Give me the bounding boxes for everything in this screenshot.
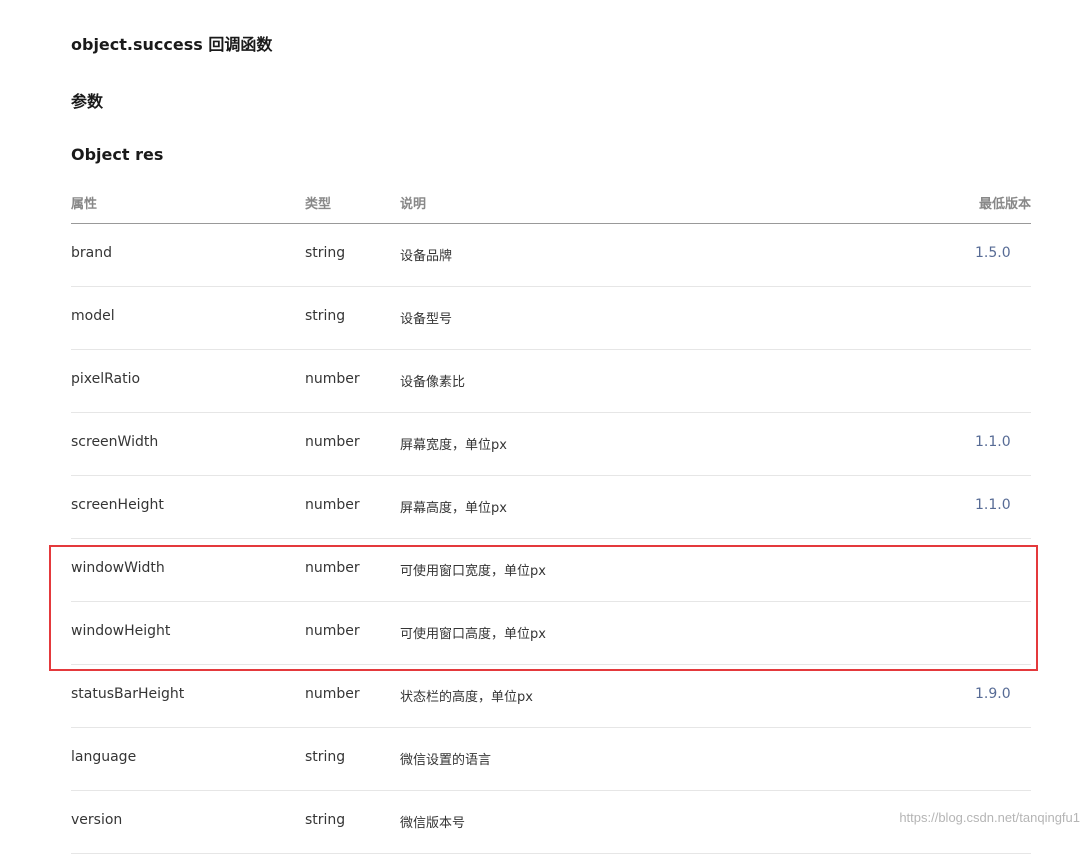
cell-min-version: 1.5.0 <box>975 245 1011 261</box>
table-row: pixelRatio number 设备像素比 <box>71 350 1031 413</box>
cell-description: 设备品牌 <box>400 249 453 264</box>
cell-description: 屏幕宽度，单位px <box>400 438 507 453</box>
watermark: https://blog.csdn.net/tanqingfu1 <box>899 810 1080 825</box>
cell-description: 状态栏的高度，单位px <box>400 690 533 705</box>
table-row: windowHeight number 可使用窗口高度，单位px <box>71 602 1031 665</box>
cell-property: windowWidth <box>71 560 165 576</box>
params-heading: 参数 <box>71 92 104 111</box>
cell-type: string <box>305 308 346 324</box>
cell-description: 屏幕高度，单位px <box>400 501 507 516</box>
cell-min-version: 1.1.0 <box>975 497 1011 513</box>
cell-type: number <box>305 497 360 513</box>
cell-description: 可使用窗口高度，单位px <box>400 627 546 642</box>
cell-description: 可使用窗口宽度，单位px <box>400 564 546 579</box>
table-row: screenWidth number 屏幕宽度，单位px 1.1.0 <box>71 413 1031 476</box>
cell-description: 微信设置的语言 <box>400 753 492 768</box>
cell-property: windowHeight <box>71 623 171 639</box>
cell-property: screenWidth <box>71 434 159 450</box>
cell-type: number <box>305 623 360 639</box>
object-res-heading: Object res <box>71 145 164 164</box>
cell-description: 微信版本号 <box>400 816 466 831</box>
table-row: windowWidth number 可使用窗口宽度，单位px <box>71 539 1031 602</box>
table-header: 属性 类型 说明 最低版本 <box>71 184 1031 224</box>
column-header-min-version: 最低版本 <box>978 197 1031 212</box>
cell-type: number <box>305 434 360 450</box>
column-header-property: 属性 <box>71 197 98 212</box>
cell-type: string <box>305 245 346 261</box>
table-row: model string 设备型号 <box>71 287 1031 350</box>
cell-property: brand <box>71 245 112 261</box>
table-row: language string 微信设置的语言 <box>71 728 1031 791</box>
column-header-type: 类型 <box>305 197 332 212</box>
table-body: brand string 设备品牌 1.5.0 model string 设备型… <box>71 224 1031 854</box>
table-row: statusBarHeight number 状态栏的高度，单位px 1.9.0 <box>71 665 1031 728</box>
cell-type: number <box>305 686 360 702</box>
table-row: version string 微信版本号 <box>71 791 1031 854</box>
cell-type: number <box>305 560 360 576</box>
cell-type: string <box>305 812 346 828</box>
cell-description: 设备像素比 <box>400 375 466 390</box>
cell-property: language <box>71 749 137 765</box>
cell-property: statusBarHeight <box>71 686 185 702</box>
cell-property: screenHeight <box>71 497 164 513</box>
cell-property: model <box>71 308 115 324</box>
cell-min-version: 1.9.0 <box>975 686 1011 702</box>
table-row: screenHeight number 屏幕高度，单位px 1.1.0 <box>71 476 1031 539</box>
cell-min-version: 1.1.0 <box>975 434 1011 450</box>
cell-property: version <box>71 812 123 828</box>
success-callback-heading: object.success 回调函数 <box>71 35 273 54</box>
cell-type: string <box>305 749 346 765</box>
cell-property: pixelRatio <box>71 371 141 387</box>
cell-type: number <box>305 371 360 387</box>
column-header-description: 说明 <box>400 197 427 212</box>
cell-description: 设备型号 <box>400 312 453 327</box>
table-row: brand string 设备品牌 1.5.0 <box>71 224 1031 287</box>
